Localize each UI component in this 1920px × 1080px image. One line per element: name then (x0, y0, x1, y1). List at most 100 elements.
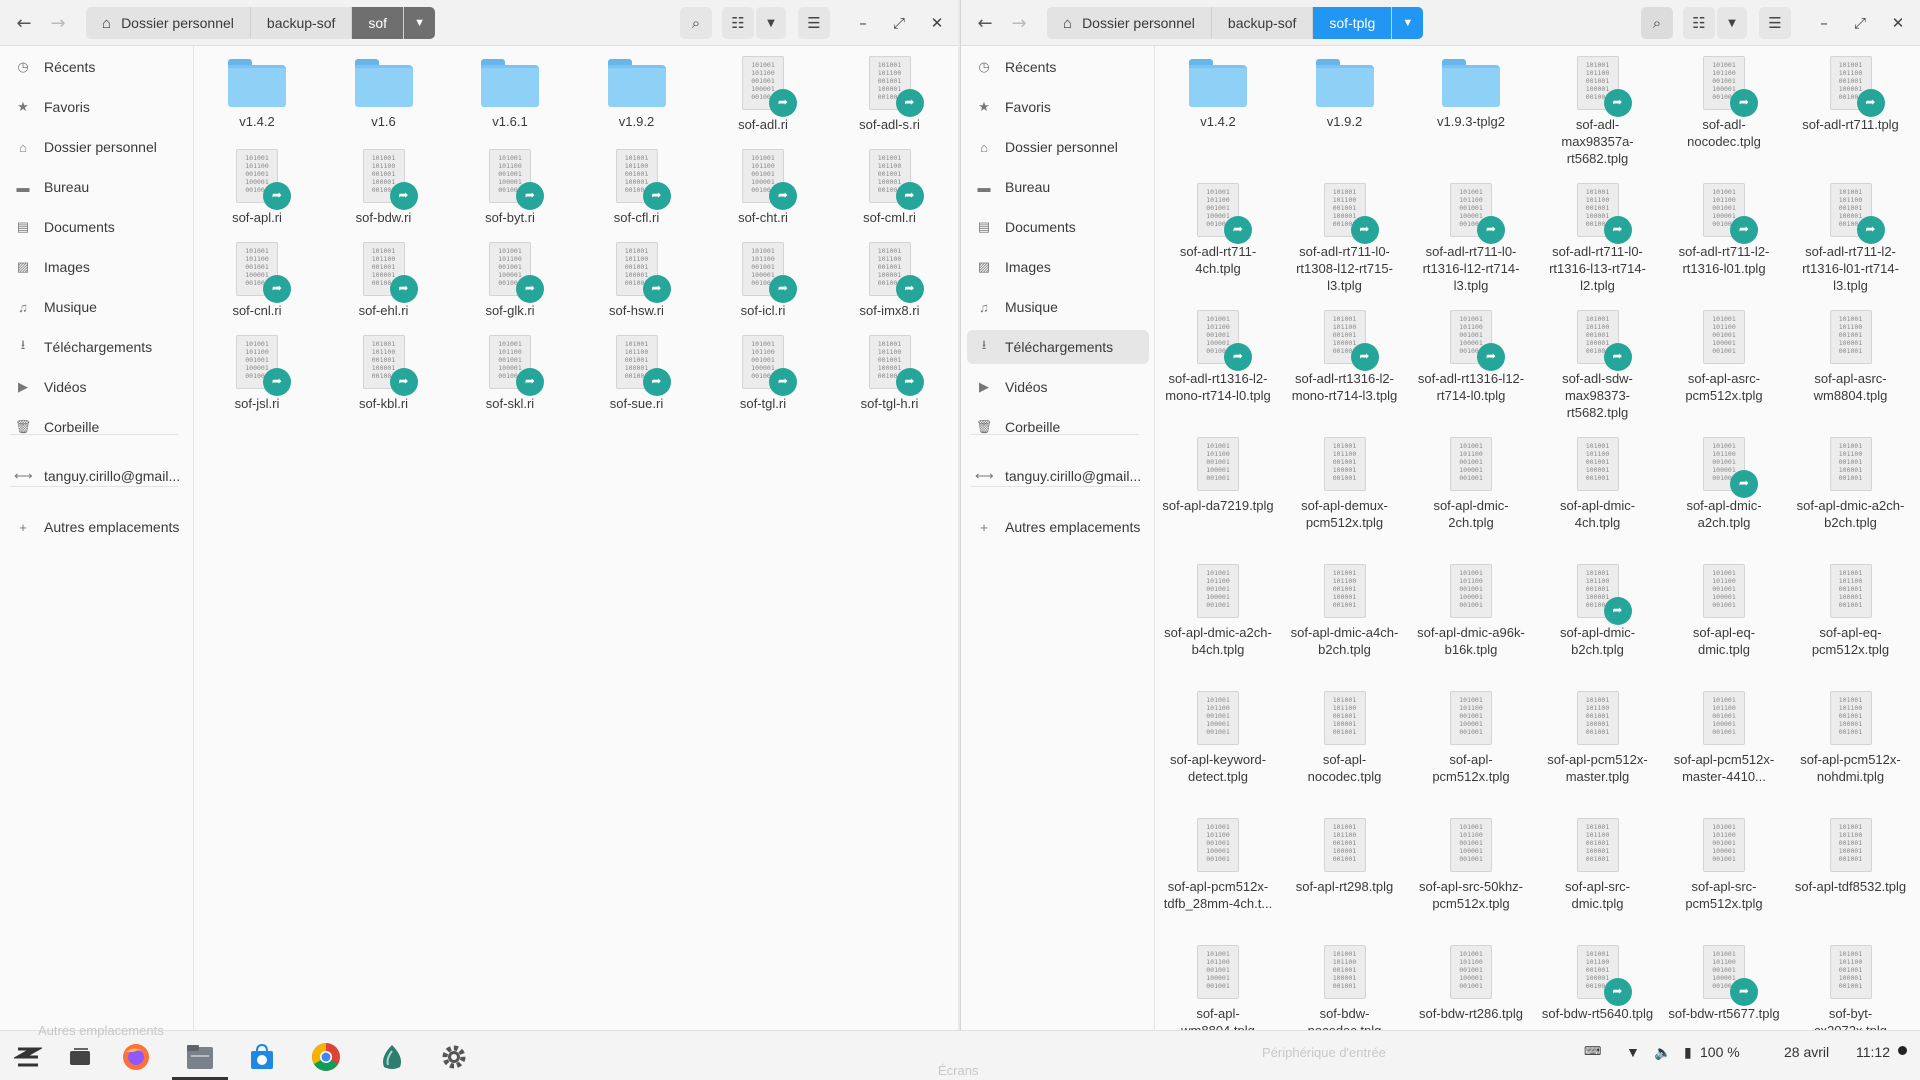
folder-item[interactable]: v1.9.2 (575, 46, 699, 130)
file-item[interactable]: 101001 101100 001001 100001 001001 sof-apl-dm… (1409, 427, 1533, 531)
file-item[interactable]: 101001 101100 001001 100001 001001 ➦ sof-apl.r… (195, 139, 319, 226)
file-item[interactable]: 101001 101100 001001 100001 001001 sof-apl-td… (1789, 808, 1913, 895)
view-options-chevron-icon[interactable]: ▼ (756, 7, 786, 39)
sidebar-item-videos[interactable]: ▶ Vidéos (967, 370, 1149, 404)
notification-dot-icon[interactable] (1898, 1046, 1907, 1055)
file-item[interactable]: 101001101100001001100001001001 sof-byt-cx… (1789, 935, 1913, 1030)
file-item[interactable]: 101001 101100 001001 100001 001001 ➦ sof-sue.r… (575, 325, 699, 412)
file-item[interactable]: 101001 101100 001001 100001 001001 ➦ sof-ehl.r… (322, 232, 446, 319)
file-item[interactable]: 101001 101100 001001 100001 001001 sof-apl-pc… (1156, 808, 1280, 912)
file-item[interactable]: 101001 101100 001001 100001 001001 sof-apl-as… (1662, 300, 1786, 404)
sidebar-item-bureau[interactable]: ▬ Bureau (6, 170, 188, 204)
file-item[interactable]: 101001 101100 001001 100001 001001 sof-apl-pc… (1409, 681, 1533, 785)
close-icon[interactable]: ✕ (1885, 9, 1911, 37)
file-item[interactable]: 101001 101100 001001 100001 001001 sof-apl-sr… (1536, 808, 1660, 912)
file-item[interactable]: 101001 101100 001001 100001 001001 sof-apl-pc… (1662, 681, 1786, 785)
crumb-current[interactable]: sof (352, 7, 405, 39)
folder-item[interactable]: v1.4.2 (195, 46, 319, 130)
firefox-icon[interactable] (118, 1039, 154, 1075)
file-item[interactable]: 101001 101100 001001 100001 001001 sof-apl-eq… (1789, 554, 1913, 658)
file-item[interactable]: 101001 101100 001001 100001 001001 ➦ sof-adl-r… (1789, 173, 1913, 294)
file-item[interactable]: 101001 101100 001001 100001 001001 ➦ sof-adl-s… (1536, 300, 1660, 421)
sidebar-item-dossier-personnel[interactable]: ⌂ Dossier personnel (6, 130, 188, 164)
file-item[interactable]: 101001 101100 001001 100001 001001 ➦ sof-adl-r… (1156, 300, 1280, 404)
file-item[interactable]: 101001 101100 001001 100001 001001 sof-apl-no… (1283, 681, 1407, 785)
sidebar-item-account[interactable]: ⟷ tanguy.cirillo@gmail... (6, 459, 188, 493)
chrome-icon[interactable] (308, 1039, 344, 1075)
forward-icon[interactable]: → (44, 9, 72, 37)
file-item[interactable]: 101001 101100 001001 100001 001001 ➦ sof-apl-d… (1536, 554, 1660, 658)
file-item[interactable]: 101001 101100 001001 100001 001001 ➦ sof-adl-r… (1789, 46, 1913, 133)
sidebar-item-recents[interactable]: ◷ Récents (6, 50, 188, 84)
date-label[interactable]: 28 avril (1784, 1044, 1829, 1060)
crumb-current[interactable]: sof-tplg (1313, 7, 1393, 39)
sidebar-item-documents[interactable]: ▤ Documents (6, 210, 188, 244)
sidebar-item-autres-emplacements[interactable]: + Autres emplacements (967, 510, 1149, 544)
sidebar-item-account[interactable]: ⟷ tanguy.cirillo@gmail... (967, 459, 1149, 493)
view-toggle-icon[interactable]: ☷ (1683, 7, 1715, 39)
file-item[interactable]: 101001 101100 001001 100001 001001 ➦ sof-adl-r… (1409, 300, 1533, 404)
file-item[interactable]: 101001 101100 001001 100001 001001 ➦ sof-adl-s… (828, 46, 952, 133)
sidebar-item-images[interactable]: ▨ Images (6, 250, 188, 284)
file-item[interactable]: 101001 101100 001001 100001 001001 sof-apl-dm… (1536, 427, 1660, 531)
sidebar-item-favoris[interactable]: ★ Favoris (6, 90, 188, 124)
crumb-backup-sof[interactable]: backup-sof (1212, 7, 1314, 39)
file-item[interactable]: 101001 101100 001001 100001 001001 sof-apl-sr… (1662, 808, 1786, 912)
sidebar-item-favoris[interactable]: ★ Favoris (967, 90, 1149, 124)
file-item[interactable]: 101001 101100 001001 100001 001001 ➦ sof-cnl.r… (195, 232, 319, 319)
file-item[interactable]: 101001 101100 001001 100001 001001 ➦ sof-adl-r… (1156, 173, 1280, 277)
file-item[interactable]: 101001 101100 001001 100001 001001 ➦ sof-bdw-r… (1536, 935, 1660, 1022)
sidebar-item-telechargements[interactable]: ⭳ Téléchargements (967, 330, 1149, 364)
file-item[interactable]: 101001101100001001100001001001 sof-bdw-no… (1283, 935, 1407, 1030)
file-item[interactable]: 101001 101100 001001 100001 001001 sof-apl-sr… (1409, 808, 1533, 912)
files-icon[interactable] (182, 1039, 218, 1075)
file-item[interactable]: 101001 101100 001001 100001 001001 sof-apl-dm… (1409, 554, 1533, 658)
folder-item[interactable]: v1.9.3-tplg2 (1409, 46, 1533, 130)
file-item[interactable]: 101001101100001001100001001001 sof-apl-wm… (1156, 935, 1280, 1030)
folder-item[interactable]: v1.4.2 (1156, 46, 1280, 130)
keyboard-icon[interactable]: ⌨ (1584, 1044, 1601, 1058)
software-store-icon[interactable] (244, 1039, 280, 1075)
file-item[interactable]: 101001 101100 001001 100001 001001 sof-apl-as… (1789, 300, 1913, 404)
sidebar-item-musique[interactable]: ♫ Musique (6, 290, 188, 324)
file-item[interactable]: 101001 101100 001001 100001 001001 sof-apl-dm… (1283, 554, 1407, 658)
volume-icon[interactable]: 🔈 (1654, 1044, 1671, 1061)
file-item[interactable]: 101001 101100 001001 100001 001001 ➦ sof-tgl.r… (701, 325, 825, 412)
file-item[interactable]: 101001 101100 001001 100001 001001 sof-apl-de… (1283, 427, 1407, 531)
crumb-home[interactable]: ⌂ Dossier personnel (86, 7, 251, 39)
file-item[interactable]: 101001 101100 001001 100001 001001 ➦ sof-cfl.r… (575, 139, 699, 226)
file-item[interactable]: 101001 101100 001001 100001 001001 ➦ sof-skl.r… (448, 325, 572, 412)
sidebar-item-telechargements[interactable]: ⭳ Téléchargements (6, 330, 188, 364)
file-item[interactable]: 101001 101100 001001 100001 001001 ➦ sof-bdw.r… (322, 139, 446, 226)
wifi-icon[interactable]: ▼ (1626, 1044, 1640, 1060)
chevron-down-icon[interactable]: ▼ (404, 7, 435, 39)
folder-item[interactable]: v1.6 (322, 46, 446, 130)
view-toggle-icon[interactable]: ☷ (722, 7, 754, 39)
folder-item[interactable]: v1.9.2 (1283, 46, 1407, 130)
search-icon[interactable]: ⌕ (680, 7, 712, 39)
back-icon[interactable]: ← (971, 9, 999, 37)
file-item[interactable]: 101001 101100 001001 100001 001001 ➦ sof-jsl.r… (195, 325, 319, 412)
file-item[interactable]: 101001 101100 001001 100001 001001 sof-apl-dm… (1789, 427, 1913, 531)
file-item[interactable]: 101001 101100 001001 100001 001001 ➦ sof-adl-r… (1283, 300, 1407, 404)
settings-gear-icon[interactable] (436, 1039, 472, 1075)
search-icon[interactable]: ⌕ (1641, 7, 1673, 39)
clock-label[interactable]: 11:12 (1856, 1044, 1890, 1060)
file-item[interactable]: 101001 101100 001001 100001 001001 ➦ sof-glk.r… (448, 232, 572, 319)
workspaces-icon[interactable] (62, 1039, 98, 1075)
sidebar-item-bureau[interactable]: ▬ Bureau (967, 170, 1149, 204)
file-item[interactable]: 101001 101100 001001 100001 001001 sof-apl-pc… (1789, 681, 1913, 785)
file-item[interactable]: 101001 101100 001001 100001 001001 sof-apl-dm… (1156, 554, 1280, 658)
file-item[interactable]: 101001 101100 001001 100001 001001 ➦ sof-adl-n… (1662, 46, 1786, 150)
file-item[interactable]: 101001 101100 001001 100001 001001 ➦ sof-imx8.… (828, 232, 952, 319)
zorin-menu-icon[interactable] (10, 1039, 46, 1075)
file-item[interactable]: 101001 101100 001001 100001 001001 ➦ sof-bdw-r… (1662, 935, 1786, 1022)
sidebar-item-corbeille[interactable]: 🗑 Corbeille (6, 410, 188, 444)
sidebar-item-recents[interactable]: ◷ Récents (967, 50, 1149, 84)
file-item[interactable]: 101001 101100 001001 100001 001001 sof-apl-rt… (1283, 808, 1407, 895)
file-item[interactable]: 101001 101100 001001 100001 001001 sof-bdw-rt… (1409, 935, 1533, 1022)
file-item[interactable]: 101001 101100 001001 100001 001001 ➦ sof-adl.r… (701, 46, 825, 133)
file-item[interactable]: 101001 101100 001001 100001 001001 sof-apl-eq… (1662, 554, 1786, 658)
sidebar-item-corbeille[interactable]: 🗑 Corbeille (967, 410, 1149, 444)
menu-icon[interactable]: ☰ (798, 7, 830, 39)
